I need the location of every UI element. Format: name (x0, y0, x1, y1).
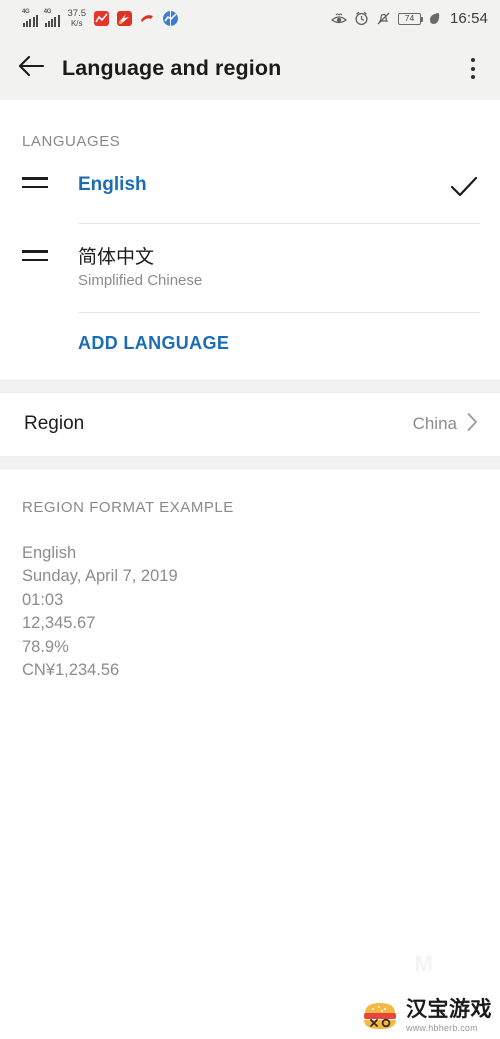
region-label: Region (24, 413, 85, 435)
language-name: English (78, 174, 147, 195)
watermark-text: 汉宝游戏 www.hbherb.com (406, 999, 492, 1033)
section-gap (0, 379, 500, 393)
faint-watermark: M (414, 951, 433, 976)
region-format-example-section: REGION FORMAT EXAMPLE English Sunday, Ap… (0, 468, 500, 683)
signal-network-label-2: 4G (43, 8, 52, 15)
region-section: Region China (0, 392, 500, 456)
back-arrow-icon (18, 55, 45, 82)
app-notification-icon-4 (163, 11, 178, 26)
status-bar-left: 4G 4G 37.5 K/s (22, 9, 178, 28)
add-language-button[interactable]: ADD LANGUAGE (0, 313, 500, 380)
signal-bars-icon-2: 4G (43, 8, 60, 27)
app-notification-icon-3 (140, 11, 155, 26)
app-notification-icon-1 (94, 11, 109, 26)
leaf-power-saving-icon (428, 12, 441, 26)
back-button[interactable] (0, 37, 62, 100)
site-watermark: 汉宝游戏 www.hbherb.com (361, 999, 492, 1033)
signal-bars-icon: 4G (22, 8, 38, 27)
status-bar-right: 74 16:54 (330, 10, 488, 27)
checkmark-placeholder (448, 246, 478, 249)
battery-level-text: 74 (404, 13, 415, 24)
eye-comfort-icon (330, 12, 347, 26)
region-format-example-title: REGION FORMAT EXAMPLE (22, 498, 234, 516)
format-line-language: English (22, 543, 77, 562)
format-line-time: 01:03 (22, 590, 64, 609)
region-row[interactable]: Region China (0, 393, 500, 456)
region-value-wrap: China (413, 412, 478, 437)
language-info-2: 简体中文 Simplified Chinese (58, 246, 448, 289)
language-subtitle-2: Simplified Chinese (78, 271, 203, 289)
languages-section-title: LANGUAGES (22, 133, 121, 150)
status-bar: 4G 4G 37.5 K/s 74 16:54 (0, 0, 500, 37)
region-value: China (412, 414, 457, 434)
network-speed-indicator: 37.5 K/s (68, 9, 87, 28)
battery-indicator: 74 (397, 12, 424, 25)
signal-network-label-1: 4G (22, 8, 30, 15)
format-line-number: 12,345.67 (22, 614, 96, 633)
burger-logo-icon (361, 999, 399, 1033)
app-notification-icon-2 (117, 11, 132, 26)
app-bar: Language and region (0, 37, 500, 100)
page-title: Language and region (62, 56, 282, 80)
checkmark-icon (448, 173, 478, 198)
status-bar-clock: 16:54 (449, 10, 488, 27)
section-gap-2 (0, 455, 500, 469)
chevron-right-icon (467, 412, 478, 437)
watermark-title: 汉宝游戏 (406, 998, 492, 1021)
phone-screen: 4G 4G 37.5 K/s 74 16:54 Language and reg… (0, 0, 500, 1039)
languages-section: LANGUAGES English 简体中文 Simplified Chines… (0, 100, 500, 380)
overflow-menu-icon[interactable] (446, 37, 500, 100)
network-speed-unit: K/s (70, 18, 83, 28)
alarm-clock-icon (354, 11, 369, 26)
language-info: English (58, 173, 448, 197)
bell-muted-icon (376, 11, 391, 26)
drag-handle-icon[interactable] (22, 173, 58, 194)
language-list-item-simplified-chinese[interactable]: 简体中文 Simplified Chinese (0, 246, 500, 289)
format-line-percent: 78.9% (22, 637, 69, 656)
region-format-example-list: English Sunday, April 7, 2019 01:03 12,3… (0, 516, 500, 683)
network-speed-value: 37.5 (67, 8, 87, 20)
settings-content: LANGUAGES English 简体中文 Simplified Chines… (0, 100, 500, 1039)
format-line-date: Sunday, April 7, 2019 (22, 567, 178, 586)
format-line-currency: CN¥1,234.56 (22, 661, 120, 680)
watermark-url: www.hbherb.com (406, 1023, 478, 1033)
language-list-item-english[interactable]: English (0, 173, 500, 198)
language-name-2: 简体中文 (78, 247, 155, 268)
drag-handle-icon-2[interactable] (22, 246, 58, 267)
